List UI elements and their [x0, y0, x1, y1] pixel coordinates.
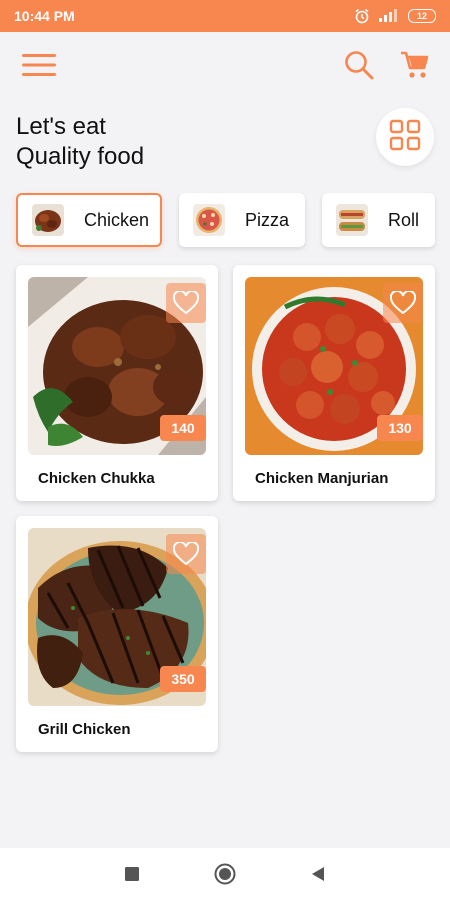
- pizza-thumbnail: [193, 204, 225, 236]
- status-time: 10:44 PM: [14, 8, 75, 24]
- favorite-button[interactable]: [166, 534, 206, 574]
- category-chip-chicken[interactable]: Chicken: [16, 193, 162, 247]
- category-chip-pizza[interactable]: Pizza: [179, 193, 305, 247]
- alarm-icon: [354, 8, 370, 24]
- cart-icon[interactable]: [400, 50, 430, 80]
- food-image: 350: [28, 528, 206, 706]
- food-image: 130: [245, 277, 423, 455]
- category-chip-roll[interactable]: Roll: [322, 193, 435, 247]
- system-nav-bar: [0, 848, 450, 900]
- roll-thumbnail: [336, 204, 368, 236]
- status-icons: 12: [354, 8, 436, 24]
- chicken-thumbnail: [32, 204, 64, 236]
- category-label: Chicken: [84, 209, 150, 230]
- app-bar-actions: [344, 50, 430, 80]
- page-title-line2: Quality food: [16, 143, 145, 170]
- food-name: Chicken Chukka: [38, 470, 155, 487]
- page-title-line1: Let's eat: [16, 113, 106, 140]
- category-list: Chicken Pizza Roll: [0, 193, 450, 249]
- recents-icon[interactable]: [102, 848, 162, 900]
- heart-icon: [173, 291, 199, 315]
- favorite-button[interactable]: [166, 283, 206, 323]
- food-card-grill-chicken[interactable]: 350 Grill Chicken: [16, 516, 218, 752]
- category-label: Roll: [388, 209, 420, 230]
- menu-icon[interactable]: [22, 52, 56, 78]
- signal-icon: [378, 9, 400, 23]
- food-card-chicken-manjurian[interactable]: 130 Chicken Manjurian: [233, 265, 435, 501]
- price-badge: 140: [160, 415, 206, 441]
- page-title: Let's eat Quality food: [16, 112, 144, 172]
- status-bar: 10:44 PM 12: [0, 0, 450, 32]
- category-label: Pizza: [245, 209, 290, 230]
- search-icon[interactable]: [344, 50, 374, 80]
- home-icon[interactable]: [195, 848, 255, 900]
- heart-icon: [390, 291, 416, 315]
- app-bar: [0, 32, 450, 98]
- price-badge: 130: [377, 415, 423, 441]
- grid-icon: [389, 119, 421, 156]
- favorite-button[interactable]: [383, 283, 423, 323]
- food-name: Grill Chicken: [38, 721, 131, 738]
- price-badge: 350: [160, 666, 206, 692]
- food-image: 140: [28, 277, 206, 455]
- food-name: Chicken Manjurian: [255, 470, 389, 487]
- back-icon[interactable]: [288, 848, 348, 900]
- heart-icon: [173, 542, 199, 566]
- grid-view-button[interactable]: [376, 108, 434, 166]
- food-card-chicken-chukka[interactable]: 140 Chicken Chukka: [16, 265, 218, 501]
- battery-icon: 12: [408, 9, 436, 23]
